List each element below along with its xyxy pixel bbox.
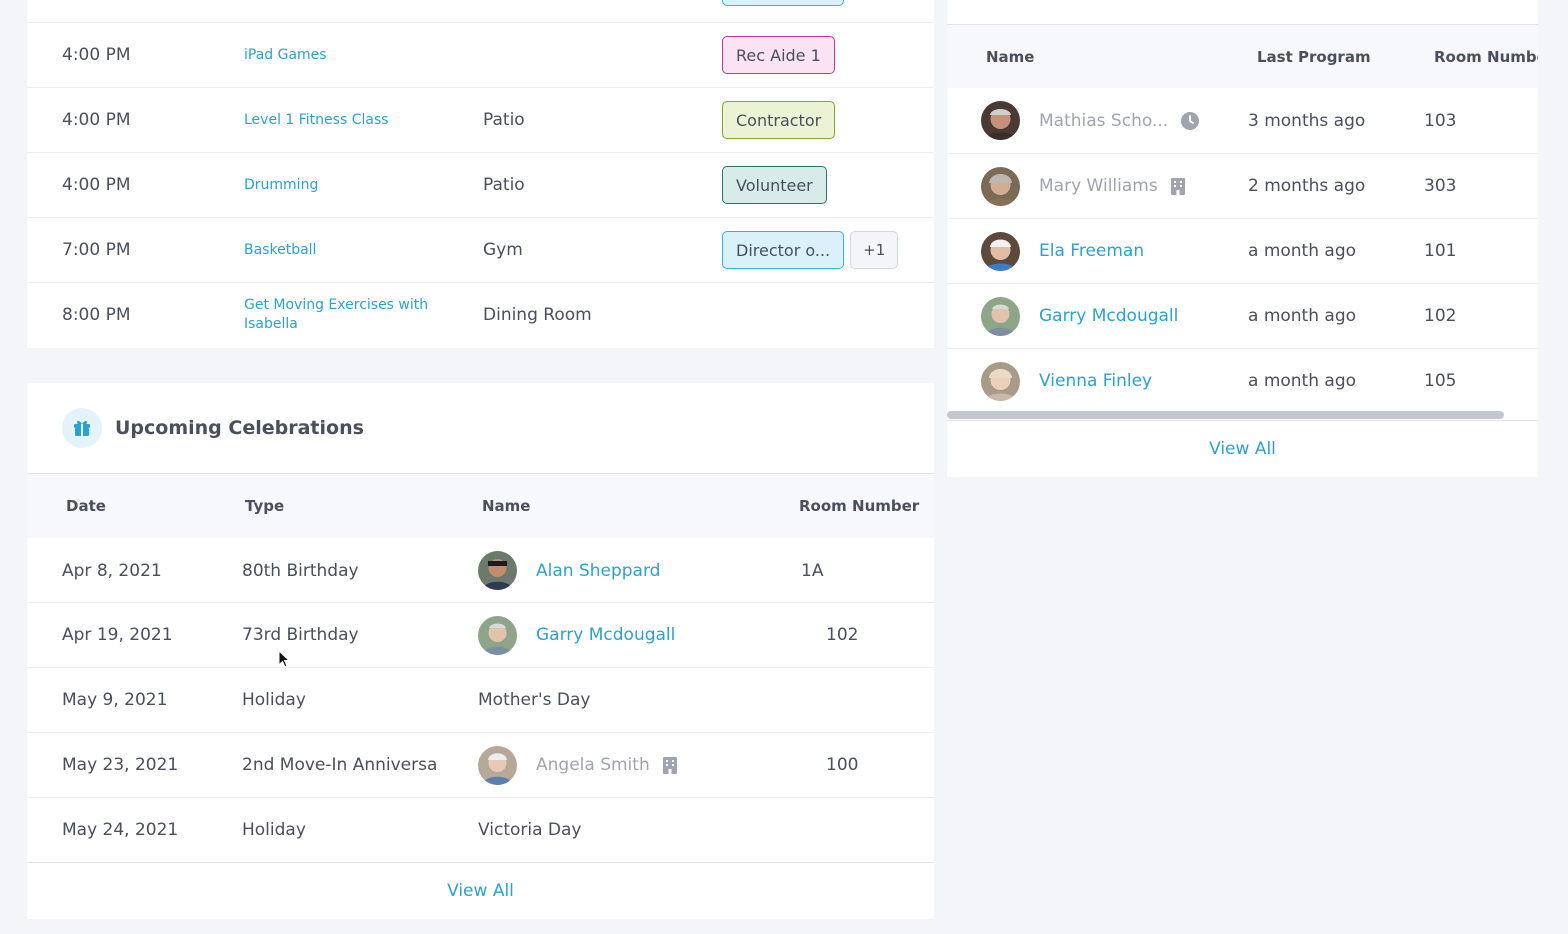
celebrations-view-all-link[interactable]: View All: [27, 862, 934, 919]
celebrations-table-header: Date Type Name Room Number: [27, 473, 934, 538]
column-header-type[interactable]: Type: [245, 474, 284, 538]
mouse-cursor-icon: [278, 649, 291, 672]
avatar[interactable]: [981, 361, 1020, 401]
celebrations-title: Upcoming Celebrations: [115, 417, 364, 439]
program-location: Patio: [483, 110, 525, 130]
staff-tag[interactable]: Rec Aide 1: [722, 36, 835, 74]
resident-row: Mathias Scho... 3 months ago 103: [947, 88, 1538, 153]
building-icon: [1170, 177, 1186, 195]
avatar[interactable]: [981, 296, 1020, 336]
resident-row: Garry Mcdougall a month ago 102: [947, 283, 1538, 348]
resident-name-inactive[interactable]: Angela Smith: [536, 755, 650, 775]
resident-name-inactive[interactable]: Mary Williams: [1039, 176, 1158, 196]
more-staff-badge[interactable]: +1: [850, 231, 899, 269]
last-program: a month ago: [1248, 306, 1357, 326]
program-row: 7:00 PM Basketball Gym Director o... +1: [27, 217, 934, 282]
celebrations-card: Upcoming Celebrations Date Type Name Roo…: [27, 383, 934, 919]
column-header-name[interactable]: Name: [986, 25, 1034, 88]
last-program: 2 months ago: [1248, 176, 1366, 196]
avatar[interactable]: [981, 166, 1020, 206]
room-number: 105: [1424, 371, 1457, 391]
room-number: 102: [1424, 306, 1457, 326]
program-row: 4:00 PM iPad Games Rec Aide 1: [27, 22, 934, 87]
residents-table-header: Name Last Program Room Number: [947, 24, 1538, 88]
building-icon: [662, 756, 678, 774]
celebration-row: May 9, 2021 Holiday Mother's Day: [27, 667, 934, 732]
last-program: 3 months ago: [1248, 110, 1366, 131]
celebration-type: 2nd Move-In Anniversa: [242, 755, 438, 775]
resident-name-inactive[interactable]: Mathias Scho...: [1039, 111, 1168, 131]
room-number: 303: [1424, 176, 1457, 196]
program-time: 7:00 PM: [62, 240, 131, 260]
horizontal-scrollbar[interactable]: [947, 411, 1504, 419]
room-number: 102: [826, 625, 859, 645]
resident-row: Vienna Finley a month ago 105: [947, 348, 1538, 413]
resident-row: Mary Williams 2 months ago 303: [947, 153, 1538, 218]
last-program: a month ago: [1248, 371, 1357, 391]
celebration-row: May 23, 2021 2nd Move-In Anniversa Angel…: [27, 732, 934, 797]
room-number: 1A: [801, 560, 824, 581]
resident-name-link[interactable]: Garry Mcdougall: [536, 625, 675, 645]
resident-name-link[interactable]: Garry Mcdougall: [1039, 306, 1178, 326]
program-row: 4:00 PM Level 1 Fitness Class Patio Cont…: [27, 87, 934, 152]
celebration-date: May 24, 2021: [62, 820, 179, 840]
program-name-link[interactable]: Get Moving Exercises with Isabella: [244, 283, 454, 347]
staff-tag[interactable]: Contractor: [722, 101, 836, 139]
room-number: 103: [1424, 110, 1457, 131]
celebration-row: May 24, 2021 Holiday Victoria Day: [27, 797, 934, 862]
celebration-date: Apr 19, 2021: [62, 625, 173, 645]
column-header-room[interactable]: Room Number: [1434, 25, 1538, 88]
avatar[interactable]: [478, 551, 517, 590]
program-location: Patio: [483, 175, 525, 195]
program-time: 4:00 PM: [62, 175, 131, 195]
gift-icon: [62, 408, 102, 448]
program-time: 8:00 PM: [62, 305, 131, 325]
staff-tag[interactable]: Volunteer: [722, 166, 827, 204]
celebration-type: Holiday: [242, 820, 306, 840]
resident-name-link[interactable]: Alan Sheppard: [536, 561, 660, 581]
program-name-link[interactable]: Level 1 Fitness Class: [244, 88, 389, 152]
program-row: 8:00 PM Get Moving Exercises with Isabel…: [27, 282, 934, 347]
avatar[interactable]: [478, 745, 517, 785]
program-name-link[interactable]: Basketball: [244, 218, 316, 282]
column-header-room[interactable]: Room Number: [799, 474, 919, 538]
program-row: 4:00 PM Drumming Patio Volunteer: [27, 152, 934, 217]
avatar[interactable]: [981, 231, 1020, 271]
celebration-type: Holiday: [242, 690, 306, 710]
holiday-name: Victoria Day: [478, 820, 582, 840]
program-location: Gym: [483, 240, 523, 260]
clock-icon: [1180, 111, 1200, 131]
celebration-date: Apr 8, 2021: [62, 560, 162, 581]
program-time: 4:00 PM: [62, 110, 131, 130]
celebration-row: Apr 8, 2021 80th Birthday Alan Sheppard …: [27, 538, 934, 603]
celebration-date: May 9, 2021: [62, 690, 168, 710]
column-header-name[interactable]: Name: [482, 474, 530, 538]
resident-row: Ela Freeman a month ago 101: [947, 218, 1538, 283]
celebration-date: May 23, 2021: [62, 755, 179, 775]
residents-view-all-link[interactable]: View All: [947, 420, 1538, 477]
celebrations-header: Upcoming Celebrations: [27, 383, 934, 473]
program-name-link[interactable]: Drumming: [244, 153, 318, 217]
residents-card: Name Last Program Room Number Mathias Sc…: [947, 0, 1538, 477]
avatar[interactable]: [478, 615, 517, 655]
celebration-type: 80th Birthday: [242, 560, 359, 581]
resident-name-link[interactable]: Ela Freeman: [1039, 241, 1144, 261]
holiday-name: Mother's Day: [478, 690, 591, 710]
column-header-date[interactable]: Date: [66, 474, 106, 538]
avatar[interactable]: [981, 101, 1020, 140]
program-tag-partial: [722, 0, 844, 6]
celebration-type: 73rd Birthday: [242, 625, 359, 645]
program-name-link[interactable]: iPad Games: [244, 23, 327, 87]
program-location: Dining Room: [483, 305, 592, 325]
staff-tag[interactable]: Director o...: [722, 231, 845, 269]
programs-card: 4:00 PM iPad Games Rec Aide 1 4:00 PM Le…: [27, 0, 934, 348]
celebration-row: Apr 19, 2021 73rd Birthday Garry Mcdouga…: [27, 602, 934, 667]
room-number: 100: [826, 755, 859, 775]
column-header-last-program[interactable]: Last Program: [1257, 25, 1371, 88]
program-time: 4:00 PM: [62, 45, 131, 65]
room-number: 101: [1424, 241, 1457, 261]
last-program: a month ago: [1248, 241, 1357, 261]
resident-name-link[interactable]: Vienna Finley: [1039, 371, 1152, 391]
